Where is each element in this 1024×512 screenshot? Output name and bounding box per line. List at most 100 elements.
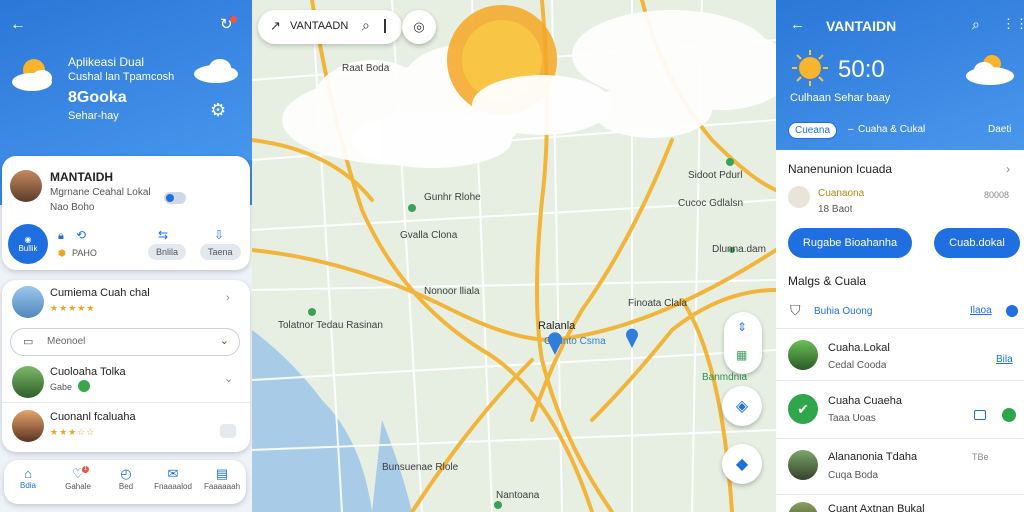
nav-favorites[interactable]: ♡ Gahale 1 — [56, 466, 100, 491]
map-label: Gunhr Rlohe — [424, 192, 481, 203]
map-label: Bunsuenae Rlole — [382, 462, 459, 473]
heart-icon: ♡ — [72, 466, 84, 481]
chevron-right-icon[interactable]: › — [1006, 162, 1010, 176]
nav-messages[interactable]: ✉ Fnaaaalod — [150, 466, 196, 491]
clock-icon: ◴ — [120, 466, 132, 481]
item-1-thumbnail — [788, 340, 818, 370]
rating-stars: ★★★★★ — [50, 303, 96, 313]
section-1-item-value: 80008 — [984, 190, 1010, 200]
window-icon[interactable] — [974, 410, 986, 420]
share-icon[interactable]: ⇆ — [158, 228, 168, 242]
section-1-item-title: Cuanaona — [818, 188, 865, 199]
item-2-sub: Taaa Uoas — [828, 413, 876, 424]
item-1-link[interactable]: Bila — [996, 354, 1013, 365]
right-header-temperature: 50:0 — [838, 56, 885, 83]
bottom-nav: ⌂ Bdia ♡ Gahale 1 ◴ Bed ✉ Fnaaaalod ▤ Fa… — [4, 460, 246, 504]
route-icon: ↗ — [270, 18, 281, 33]
app-screen: ← ↻ Aplikeasi Dual Cushal lan Tpamcosh 8… — [0, 0, 1024, 512]
map-label: Nonoor lliala — [424, 286, 480, 297]
item-1-title[interactable]: Cuaha.Lokal — [828, 342, 890, 354]
list-item-2-title[interactable]: Cuoloaha Tolka — [50, 366, 126, 378]
search-field[interactable]: ▭ Meonoel ⌄ — [10, 328, 240, 356]
list-item-3-thumbnail — [12, 410, 44, 442]
chevron-right-icon[interactable]: › — [226, 292, 230, 304]
grid-menu-icon[interactable]: ⋮⋮ — [1002, 16, 1024, 32]
profile-name: MANTAIDH — [50, 170, 114, 184]
settings-gear-icon[interactable]: ⚙ — [210, 100, 226, 121]
header-tag[interactable]: Cueana — [788, 122, 838, 139]
search-icon[interactable]: ⌕ — [362, 17, 370, 34]
compass-icon[interactable]: ⇕ — [737, 320, 747, 334]
primary-action-button[interactable]: ◉ Bullik — [8, 224, 48, 264]
item-2-icon: ✔ — [788, 394, 818, 424]
profile-toggle[interactable] — [164, 192, 186, 204]
map-search-bar[interactable]: ↗ VANTAADN ⌕ — [258, 10, 402, 44]
map-label: Gvalla Clona — [400, 230, 458, 241]
divider — [776, 328, 1024, 329]
cloud-icon — [194, 59, 238, 83]
left-panel: ← ↻ Aplikeasi Dual Cushal lan Tpamcosh 8… — [0, 0, 252, 512]
list-item-thumbnail — [12, 286, 44, 318]
map-fab-1[interactable]: ◈ — [722, 386, 762, 426]
item-action-icon[interactable] — [220, 424, 236, 438]
map-label: Nantoana — [496, 490, 540, 501]
map-label: Raat Boda — [342, 63, 390, 74]
profile-action-1[interactable]: Bnlila — [148, 244, 187, 260]
header-tag-2: Cuaha & Cukal — [858, 124, 926, 135]
list-item-2-thumbnail — [12, 366, 44, 398]
primary-action-button[interactable]: Rugabe Bioahanha — [788, 228, 912, 258]
list-item-2-sub: Gabe — [50, 382, 73, 392]
nav-favorites-label: Gahale — [65, 482, 91, 491]
chevron-down-icon-2[interactable]: ⌄ — [224, 372, 233, 385]
item-3-sub: Cuqa Boda — [828, 470, 879, 481]
profile-action-2[interactable]: Taena — [200, 244, 241, 260]
chat-icon: ✉ — [167, 466, 179, 481]
header-title-2: Cushal lan Tpamcosh — [68, 71, 175, 83]
right-header-subtitle: Culhaan Sehar baay — [790, 92, 891, 104]
layers-icon[interactable]: ▦ — [736, 348, 747, 362]
secondary-action-button[interactable]: Cuab.dokal — [934, 228, 1020, 258]
locate-button[interactable]: ◎ — [402, 10, 436, 44]
list-item-3-title[interactable]: Cuonanl fcaluaha — [50, 411, 136, 423]
map-search-input[interactable]: VANTAADN — [290, 20, 348, 32]
item-2-title[interactable]: Cuaha Cuaeha — [828, 395, 902, 407]
section-2-row-1-link[interactable]: Ilaoa — [970, 305, 992, 316]
back-arrow-icon[interactable]: ← — [790, 16, 805, 33]
sync-icon[interactable]: ⟲ — [76, 228, 86, 242]
sun-cloud-icon — [12, 59, 52, 91]
layers-stack-icon: ◈ — [735, 398, 749, 415]
rating-stars-2: ★★★☆☆ — [50, 427, 96, 437]
nav-more[interactable]: ▤ Faaaaaah — [200, 466, 244, 491]
header-link[interactable]: Daeti — [988, 124, 1011, 135]
sun-cloud-icon — [966, 55, 1014, 85]
download-icon[interactable]: ⇩ — [214, 228, 224, 242]
nav-messages-label: Fnaaaalod — [154, 482, 192, 491]
section-2-row-1[interactable]: Buhia Ouong — [814, 306, 872, 317]
header-tag-separator: – — [848, 124, 854, 135]
lock-icon[interactable]: 🔒︎ — [58, 230, 64, 243]
nav-home-label: Bdia — [19, 481, 36, 490]
check-icon — [78, 380, 90, 392]
section-2-title: Malgs & Cuala — [788, 274, 867, 288]
chevron-down-icon[interactable]: ⌄ — [220, 334, 229, 347]
navigate-button[interactable]: ◆ — [722, 444, 762, 484]
section-1-item-sub: 18 Baot — [818, 204, 853, 215]
map-label: Gaunto Csma — [544, 336, 606, 347]
list-item-1-title[interactable]: Cumiema Cuah chal — [50, 287, 150, 299]
back-arrow-icon[interactable]: ← — [10, 16, 26, 34]
nav-bed[interactable]: ◴ Bed — [106, 466, 146, 491]
status-icon — [1002, 408, 1016, 422]
info-icon[interactable] — [1006, 305, 1018, 317]
map-label: Sidoot Pdurl — [688, 170, 743, 181]
grid-icon: ▤ — [215, 466, 229, 481]
nav-home[interactable]: ⌂ Bdia — [8, 466, 48, 490]
item-4-title[interactable]: Cuant Axtnan Bukal — [828, 503, 925, 512]
profile-extra-label: PAHO — [72, 248, 97, 258]
profile-line-1: Mgrnane Ceahal Lokal — [50, 187, 151, 198]
map-label: Dlunna.dam — [712, 244, 766, 255]
home-icon: ⌂ — [24, 466, 32, 481]
search-icon[interactable]: ⌕ — [972, 16, 980, 33]
target-icon: ◎ — [413, 19, 425, 34]
item-3-title[interactable]: Alananonia Tdaha — [828, 451, 917, 463]
map-view[interactable]: Raat Boda Gunhr Rlohe Gvalla Clona Sidoo… — [252, 0, 776, 512]
